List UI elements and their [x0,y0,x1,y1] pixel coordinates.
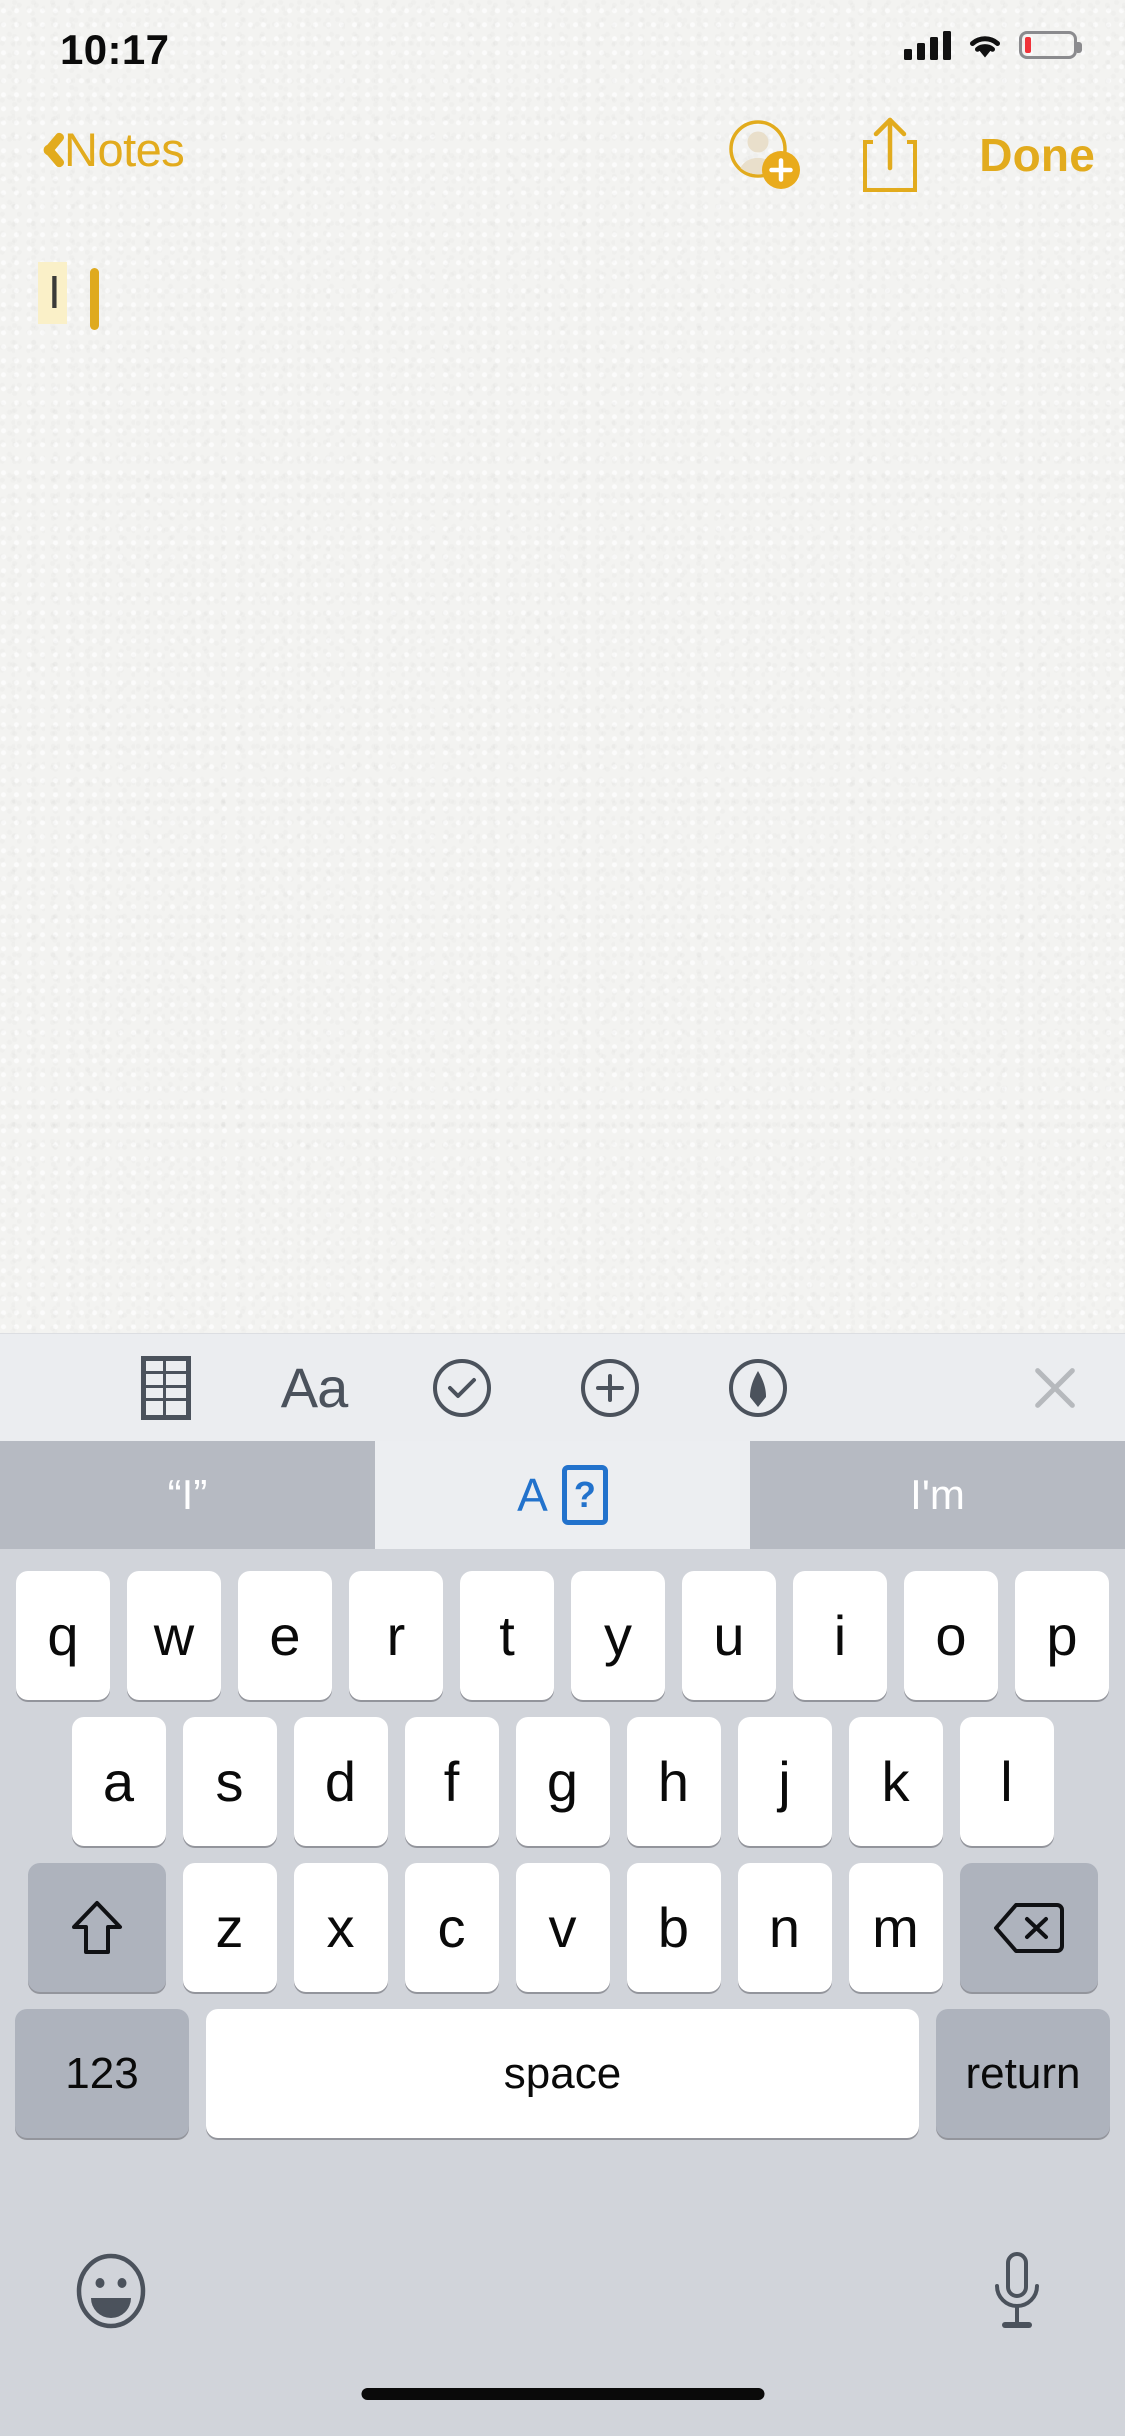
key-l[interactable]: l [959,1717,1054,1846]
keyboard-row-1: q w e r t y u i o p [0,1549,1125,1700]
key-q[interactable]: q [16,1571,110,1700]
microphone-icon[interactable] [991,2250,1043,2334]
note-selected-text: I [38,262,67,325]
close-keyboard-button[interactable] [985,1334,1125,1442]
backspace-key[interactable] [959,1863,1098,1992]
key-f[interactable]: f [404,1717,499,1846]
suggestion-autocorrect-label: A [517,1469,548,1521]
key-m[interactable]: m [848,1863,943,1992]
checklist-button[interactable] [388,1334,536,1442]
cellular-signal-icon [904,30,951,60]
phone-screen: 10:17 Notes Done I Aa “I” A ? I'm q w e … [0,0,1125,2436]
battery-low-icon [1019,31,1082,59]
chevron-left-icon [32,128,58,172]
markup-pen-icon [729,1358,787,1417]
shift-icon [69,1898,125,1958]
key-d[interactable]: d [293,1717,388,1846]
status-bar: 10:17 [0,0,1125,100]
add-attachment-button[interactable] [536,1334,684,1442]
checklist-icon [433,1358,491,1417]
note-first-line: I [38,262,99,330]
keyboard-bottom-bar [0,2230,1125,2436]
key-t[interactable]: t [460,1571,554,1700]
suggestion-autocorrect[interactable]: A ? [375,1441,750,1549]
predictive-suggestion-bar: “I” A ? I'm [0,1441,1125,1549]
done-button[interactable]: Done [979,128,1095,182]
suggestion-next-word-label: I'm [910,1471,965,1518]
emoji-smiley-icon[interactable] [72,2252,150,2330]
key-g[interactable]: g [515,1717,610,1846]
share-icon[interactable] [859,116,921,194]
backspace-delete-icon [993,1902,1064,1954]
close-icon [1028,1361,1082,1415]
missing-glyph-icon: ? [561,1465,608,1525]
key-p[interactable]: p [1015,1571,1109,1700]
key-i[interactable]: i [793,1571,887,1700]
shift-key[interactable] [27,1863,166,1992]
suggestion-quoted[interactable]: “I” [0,1441,375,1549]
format-button[interactable]: Aa [240,1334,388,1442]
format-aa-icon: Aa [280,1356,348,1419]
note-format-toolbar: Aa [0,1333,1125,1441]
key-k[interactable]: k [848,1717,943,1846]
add-attachment-icon [581,1358,639,1417]
back-to-notes-button[interactable]: Notes [32,122,185,177]
key-u[interactable]: u [682,1571,776,1700]
suggestion-quoted-label: “I” [167,1471,208,1518]
numbers-key[interactable]: 123 [15,2009,189,2138]
key-c[interactable]: c [404,1863,499,1992]
status-bar-indicators [904,30,1082,60]
table-button[interactable] [92,1334,240,1442]
keyboard-row-4: 123 space return [0,1992,1125,2138]
key-j[interactable]: j [737,1717,832,1846]
back-button-label: Notes [64,123,185,176]
key-z[interactable]: z [182,1863,277,1992]
navigation-bar: Notes Done [0,100,1125,220]
key-o[interactable]: o [904,1571,998,1700]
format-toolbar-items: Aa [0,1334,985,1442]
key-x[interactable]: x [293,1863,388,1992]
space-key[interactable]: space [206,2009,919,2138]
key-h[interactable]: h [626,1717,721,1846]
status-bar-time: 10:17 [60,26,170,73]
keyboard-row-3: z x c v b n m [0,1846,1125,1992]
table-icon [141,1355,191,1420]
markup-button[interactable] [684,1334,832,1442]
note-text-area[interactable]: I [0,228,1125,1328]
text-caret [90,268,99,330]
key-r[interactable]: r [349,1571,443,1700]
key-a[interactable]: a [71,1717,166,1846]
key-w[interactable]: w [127,1571,221,1700]
wifi-icon [967,30,1003,60]
navigation-bar-actions: Done [727,116,1095,194]
return-key[interactable]: return [936,2009,1110,2138]
key-y[interactable]: y [571,1571,665,1700]
key-v[interactable]: v [515,1863,610,1992]
key-b[interactable]: b [626,1863,721,1992]
keyboard-row-2: a s d f g h j k l [0,1700,1125,1846]
key-e[interactable]: e [238,1571,332,1700]
add-person-icon[interactable] [727,118,801,192]
home-indicator[interactable] [361,2388,764,2400]
key-n[interactable]: n [737,1863,832,1992]
suggestion-next-word[interactable]: I'm [750,1441,1125,1549]
key-s[interactable]: s [182,1717,277,1846]
